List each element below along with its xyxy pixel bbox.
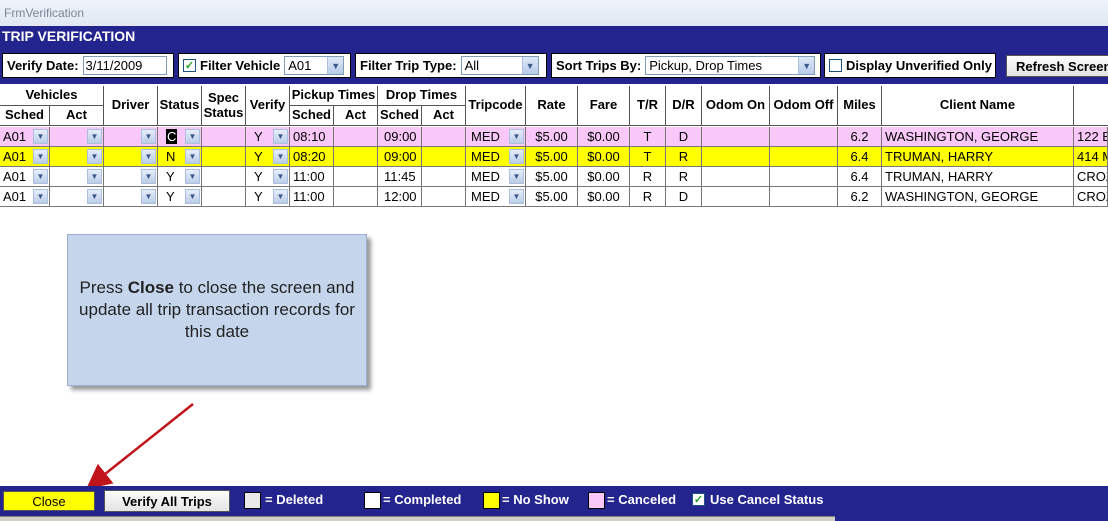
legend-canceled: = Canceled	[607, 492, 677, 507]
status-strip	[0, 516, 835, 521]
verify-all-trips-button[interactable]: Verify All Trips	[104, 490, 230, 512]
legend-swatch-canceled	[588, 492, 605, 509]
close-button[interactable]: Close	[3, 491, 95, 511]
pointer-arrow	[86, 403, 194, 490]
use-cancel-status-label: Use Cancel Status	[710, 492, 824, 507]
use-cancel-status-checkbox[interactable]: ✓	[692, 493, 705, 506]
legend-deleted: = Deleted	[265, 492, 324, 507]
legend-no-show: = No Show	[502, 492, 569, 507]
legend-swatch-no-show	[483, 492, 500, 509]
legend-swatch-deleted	[244, 492, 261, 509]
legend-swatch-completed	[364, 492, 381, 509]
legend-completed: = Completed	[383, 492, 462, 507]
